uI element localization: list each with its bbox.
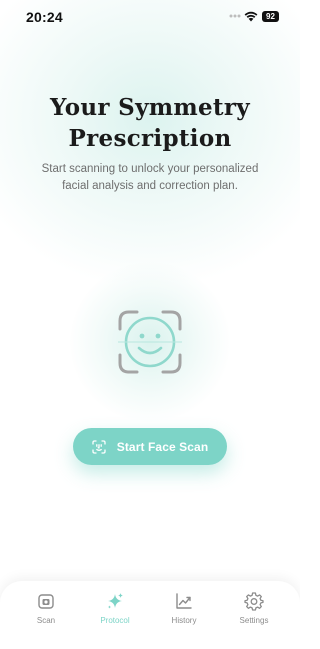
gear-icon: [244, 592, 264, 611]
tab-bar: Scan Protocol History Settings: [0, 581, 300, 649]
wifi-icon: [244, 11, 258, 22]
page-title: Your Symmetry Prescription: [0, 92, 300, 154]
cellular-signal-icon: [229, 14, 241, 18]
title-line-2: Prescription: [68, 125, 232, 152]
tab-protocol-label: Protocol: [100, 616, 130, 625]
face-scan-icon: [118, 310, 182, 374]
tab-history[interactable]: History: [154, 591, 214, 637]
tab-history-label: History: [171, 616, 197, 625]
status-bar: 20:24 92: [0, 0, 300, 34]
face-id-icon: [92, 439, 106, 454]
sparkle-icon: [108, 593, 123, 609]
battery-indicator: 92: [262, 11, 279, 22]
tab-scan-label: Scan: [36, 616, 56, 625]
app-screen: 20:24 92 Your Symmetry Prescription Star…: [0, 0, 300, 649]
chart-icon: [176, 593, 192, 609]
start-face-scan-label: Start Face Scan: [116, 439, 209, 454]
tab-settings[interactable]: Settings: [224, 591, 284, 637]
tab-scan[interactable]: Scan: [16, 591, 76, 637]
page-subtitle: Start scanning to unlock your personaliz…: [41, 163, 259, 192]
start-face-scan-button[interactable]: Start Face Scan: [73, 428, 227, 465]
tab-protocol[interactable]: Protocol: [85, 591, 145, 637]
tab-settings-label: Settings: [239, 616, 269, 625]
camera-icon: [38, 594, 54, 609]
status-time: 20:24: [26, 9, 63, 25]
title-line-1: Your Symmetry: [50, 94, 250, 121]
